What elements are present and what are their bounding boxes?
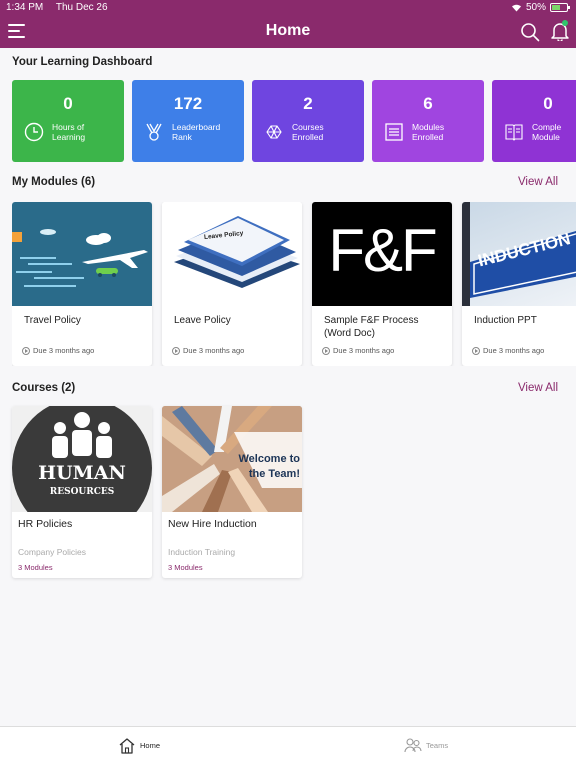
card-value: 172: [173, 94, 203, 113]
modules-carousel: Travel Policy Due 3 months ago Leave Pol…: [12, 202, 576, 366]
thumbnail-text: F&F: [328, 217, 437, 284]
course-module-count: 3 Modules: [168, 563, 203, 572]
card-label-2: Rank: [172, 132, 192, 142]
bottom-tab-bar: Home Teams: [0, 726, 576, 768]
search-icon[interactable]: [520, 22, 540, 42]
modules-title: My Modules (6): [12, 176, 96, 188]
course-category: Company Policies: [18, 547, 87, 557]
module-due: Due 3 months ago: [172, 346, 244, 355]
battery-icon: [550, 3, 570, 12]
module-due-text: Due 3 months ago: [33, 346, 95, 355]
play-circle-icon: [22, 346, 30, 355]
card-value: 0: [63, 94, 73, 113]
module-due: Due 3 months ago: [22, 346, 94, 355]
module-card-induction-ppt[interactable]: INDUCTION Induction PPT Due 3 months ago: [462, 202, 576, 366]
status-time: 1:34 PM: [6, 2, 44, 13]
thumbnail-text-line1: HUMAN: [38, 462, 126, 484]
tab-home[interactable]: Home: [118, 737, 160, 754]
card-label-2: Module: [532, 132, 560, 142]
module-name: Sample F&F Process (Word Doc): [324, 315, 419, 339]
card-label-1: Leaderboard: [172, 122, 221, 132]
status-bar: 1:34 PM Thu Dec 26 50%: [0, 0, 576, 16]
card-label-2: Learning: [52, 132, 86, 142]
modules-enrolled-card[interactable]: 6 Modules Enrolled: [372, 80, 484, 162]
tab-home-label: Home: [140, 741, 161, 750]
medal-icon: [146, 123, 162, 141]
play-circle-icon: [472, 346, 480, 355]
course-category: Induction Training: [168, 547, 236, 557]
module-name: Induction PPT: [474, 315, 537, 326]
courses-title: Courses (2): [12, 382, 76, 394]
top-app-bar: 1:34 PM Thu Dec 26 50% Home: [0, 0, 576, 48]
course-name: HR Policies: [18, 518, 73, 530]
dashboard-cards: 0 Hours of Learning 172 Leaderboard Rank 2…: [12, 80, 576, 162]
leaderboard-rank-card[interactable]: 172 Leaderboard Rank: [132, 80, 244, 162]
module-card-travel-policy[interactable]: Travel Policy Due 3 months ago: [12, 202, 152, 366]
module-due-text: Due 3 months ago: [483, 346, 545, 355]
play-circle-icon: [172, 346, 180, 355]
play-circle-icon: [322, 346, 330, 355]
course-card-hr-policies[interactable]: HUMAN RESOURCES HR Policies Company Poli…: [12, 406, 152, 578]
module-due: Due 3 months ago: [322, 346, 394, 355]
notification-dot: [562, 20, 568, 26]
card-label-1: Comple: [532, 122, 562, 132]
courses-enrolled-card[interactable]: 2 Courses Enrolled: [252, 80, 364, 162]
module-thumbnail: Leave Policy: [162, 202, 302, 306]
brain-icon: [266, 125, 282, 139]
completed-modules-card[interactable]: 0 Comple Module: [492, 80, 576, 162]
home-icon: [119, 738, 135, 754]
teams-icon: [404, 738, 422, 753]
status-date: Thu Dec 26: [55, 2, 108, 13]
module-thumbnail: [12, 202, 152, 306]
card-label-2: Enrolled: [292, 132, 324, 142]
courses-view-all-link[interactable]: View All: [518, 382, 558, 394]
card-value: 2: [303, 94, 313, 113]
tab-teams-label: Teams: [426, 741, 449, 750]
course-thumbnail: HUMAN RESOURCES: [12, 406, 152, 512]
card-label-1: Courses: [292, 122, 324, 132]
module-name: Travel Policy: [24, 315, 81, 326]
modules-view-all-link[interactable]: View All: [518, 176, 558, 188]
card-label-1: Hours of: [52, 122, 85, 132]
thumbnail-text-line2: RESOURCES: [49, 487, 115, 497]
clock-icon: [24, 122, 44, 142]
thumbnail-text-line1: Welcome to: [238, 453, 300, 465]
battery-percent: 50%: [525, 2, 546, 13]
wifi-icon: [511, 4, 521, 12]
list-icon: [385, 123, 403, 141]
module-thumbnail: INDUCTION: [462, 202, 576, 306]
tab-teams[interactable]: Teams: [404, 737, 448, 754]
airplane-illustration: [12, 202, 152, 306]
dashboard-title: Your Learning Dashboard: [12, 56, 153, 68]
module-due-text: Due 3 months ago: [333, 346, 395, 355]
card-value: 0: [543, 94, 553, 113]
module-thumbnail: F&F: [312, 202, 452, 306]
course-thumbnail: Welcome to the Team!: [162, 406, 302, 512]
hours-learning-card[interactable]: 0 Hours of Learning: [12, 80, 124, 162]
module-due-text: Due 3 months ago: [183, 346, 245, 355]
thumbnail-text-line2: the Team!: [248, 468, 300, 480]
module-due: Due 3 months ago: [472, 346, 544, 355]
module-name: Leave Policy: [174, 315, 231, 326]
course-module-count: 3 Modules: [18, 563, 53, 572]
course-name: New Hire Induction: [168, 518, 257, 530]
module-card-leave-policy[interactable]: Leave Policy Leave Policy Due 3 months a…: [162, 202, 302, 366]
card-label-1: Modules: [412, 122, 445, 132]
binder-illustration: [174, 216, 300, 288]
card-value: 6: [423, 94, 433, 113]
book-icon: [505, 124, 523, 141]
module-card-ff-process[interactable]: F&F Sample F&F Process (Word Doc) Due 3 …: [312, 202, 452, 366]
page-title: Home: [265, 22, 311, 39]
course-card-new-hire-induction[interactable]: Welcome to the Team! New Hire Induction …: [162, 406, 302, 578]
card-label-2: Enrolled: [412, 132, 444, 142]
